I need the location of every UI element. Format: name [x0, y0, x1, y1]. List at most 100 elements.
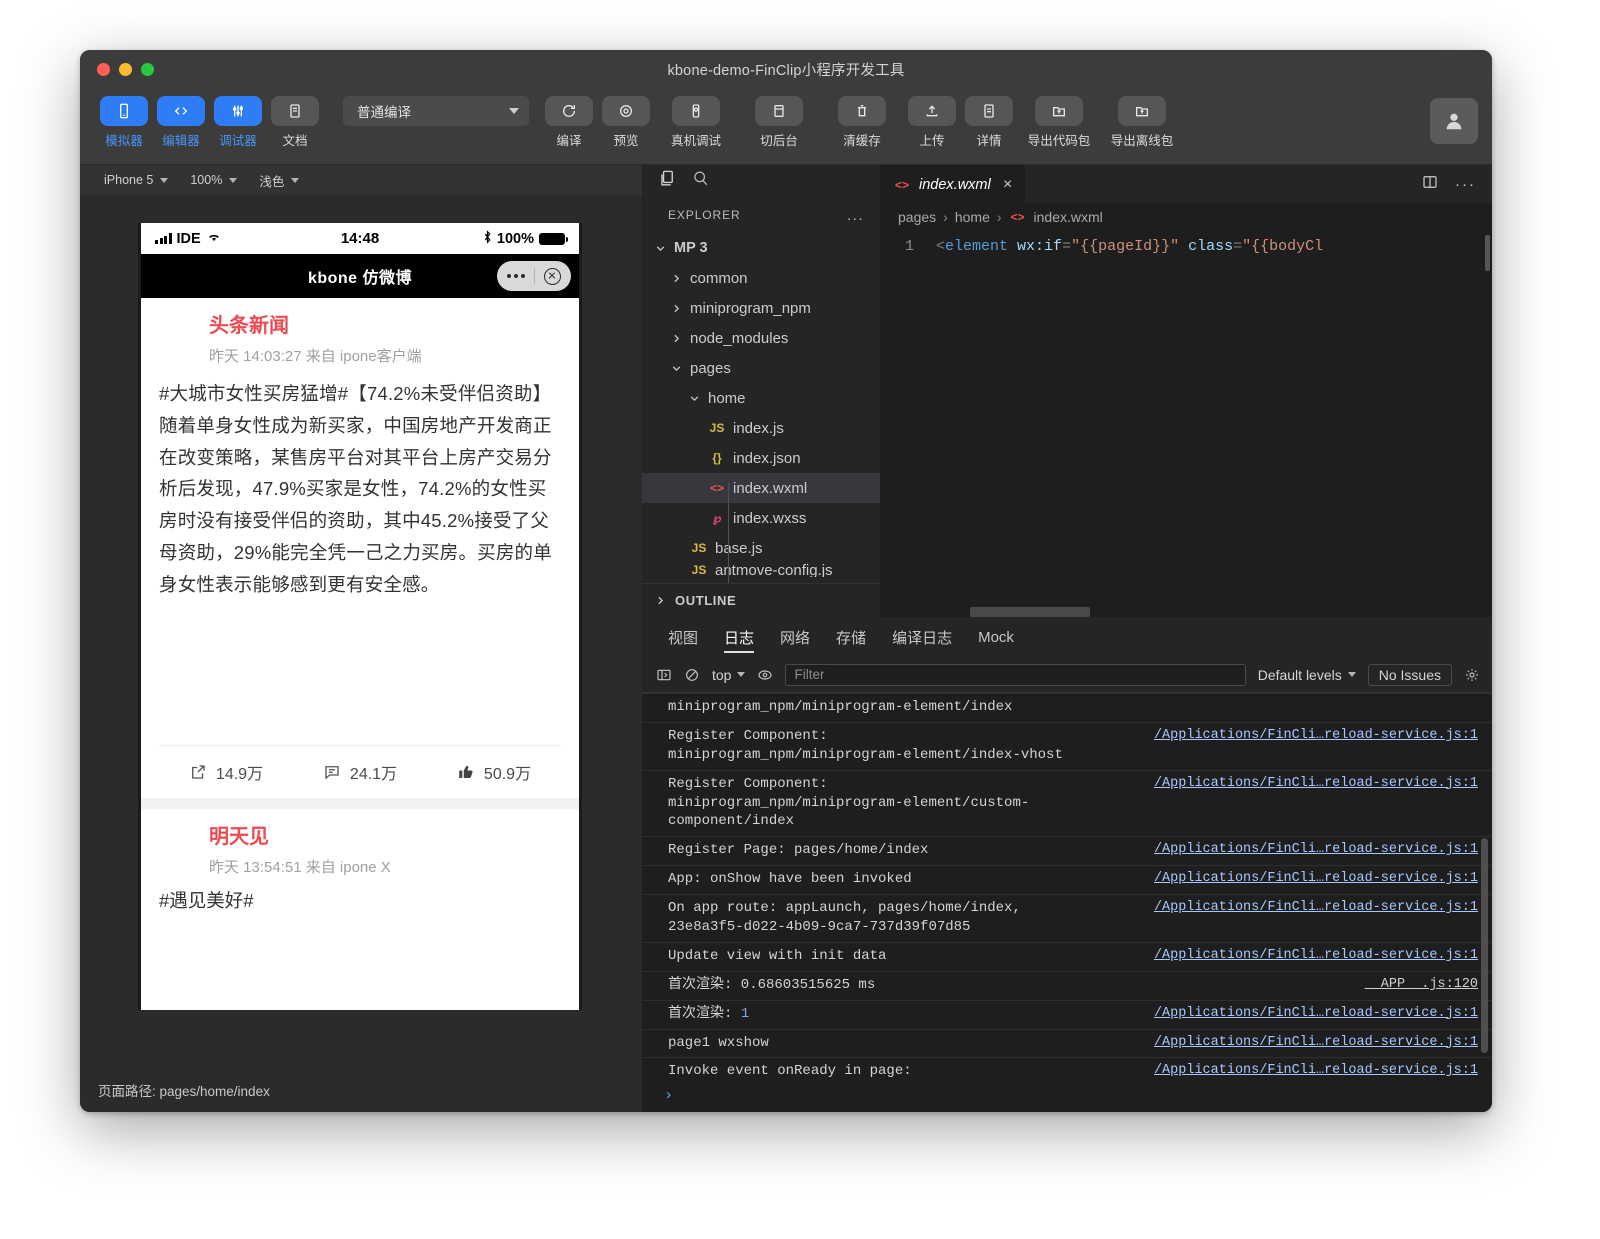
console-log-list[interactable]: miniprogram_npm/miniprogram-element/inde…	[642, 693, 1492, 1078]
tree-item-common[interactable]: common	[642, 263, 880, 293]
post-share-action[interactable]: 14.9万	[159, 760, 293, 784]
post-like-action[interactable]: 50.9万	[427, 760, 561, 784]
tab-network[interactable]: 网络	[780, 617, 810, 657]
tree-item-label: antmove-config.js	[715, 563, 833, 577]
log-source[interactable]: /Applications/FinCli…reload-service.js:1	[1154, 775, 1478, 793]
log-row: App: onShow have been invoked /Applicati…	[642, 866, 1492, 896]
toolbar-details-button[interactable]: 详情	[963, 96, 1015, 149]
tab-index-wxml[interactable]: <> index.wxml ×	[880, 165, 1026, 203]
tree-item-index-wxss[interactable]: ℘ index.wxss	[642, 503, 880, 533]
log-source[interactable]: /Applications/FinCli…reload-service.js:1	[1154, 1034, 1478, 1052]
toolbar-preview-button[interactable]: 预览	[600, 96, 652, 149]
log-source[interactable]: /Applications/FinCli…reload-service.js:1	[1154, 870, 1478, 888]
log-source[interactable]: __APP__.js:120	[1365, 976, 1478, 994]
toolbar-real-device-debug-button[interactable]: 真机调试	[657, 96, 735, 149]
window-titlebar: kbone-demo-FinClip小程序开发工具	[80, 50, 1492, 88]
user-avatar-icon[interactable]	[1430, 98, 1478, 144]
tab-log[interactable]: 日志	[724, 617, 755, 657]
prompt-caret-icon: ›	[664, 1086, 674, 1104]
close-icon[interactable]: ×	[1003, 176, 1012, 194]
issues-badge[interactable]: No Issues	[1367, 663, 1452, 686]
tree-item-index-wxml[interactable]: <> index.wxml	[642, 473, 880, 503]
log-source[interactable]: /Applications/FinCli…reload-service.js:1	[1154, 1005, 1478, 1023]
js-file-icon: JS	[709, 421, 725, 435]
toolbar-simulator-button[interactable]: 模拟器	[98, 96, 150, 149]
toolbar-export-offline-button[interactable]: 导出离线包	[1103, 96, 1181, 149]
log-levels-select[interactable]: Default levels	[1258, 667, 1356, 683]
log-message: Register Component: miniprogram_npm/mini…	[668, 727, 1063, 763]
toolbar-docs-button[interactable]: 文档	[269, 96, 321, 149]
theme-select[interactable]: 浅色	[259, 171, 300, 190]
tree-item-label: MP 3	[674, 240, 708, 256]
tree-item-node-modules[interactable]: node_modules	[642, 323, 880, 353]
log-message-number: 1	[740, 1005, 750, 1022]
console-filter-input[interactable]: Filter	[785, 663, 1246, 686]
log-source[interactable]: /Applications/FinCli…reload-service.js:1	[1154, 841, 1478, 859]
maximize-window-button[interactable]	[141, 62, 154, 76]
search-icon[interactable]	[691, 169, 710, 193]
toolbar-upload-button[interactable]: 上传	[906, 96, 958, 149]
editor-horizontal-scrollbar[interactable]	[970, 607, 1090, 617]
tab-mock[interactable]: Mock	[978, 617, 1014, 657]
wxml-file-icon: <>	[894, 177, 909, 192]
toolbar-compile-button[interactable]: 编译	[543, 96, 595, 149]
breadcrumb-home[interactable]: home	[955, 209, 990, 225]
toolbar-debugger-button[interactable]: 调试器	[212, 96, 264, 149]
window-traffic-lights[interactable]	[80, 62, 154, 76]
editor-tabbar: <> index.wxml × ···	[880, 165, 1492, 203]
console-toolbar: top Filter Default levels No Issues	[642, 657, 1492, 693]
console-scrollbar[interactable]	[1481, 838, 1488, 1053]
tree-item-miniprogram-npm[interactable]: miniprogram_npm	[642, 293, 880, 323]
tab-storage[interactable]: 存储	[836, 617, 866, 657]
device-select[interactable]: iPhone 5	[104, 173, 169, 187]
zoom-select[interactable]: 100%	[190, 173, 238, 187]
explorer-more-icon[interactable]: ...	[847, 208, 864, 223]
toolbar-background-button[interactable]: 切后台	[740, 96, 818, 149]
toolbar-export-code-button[interactable]: 导出代码包	[1020, 96, 1098, 149]
close-window-button[interactable]	[97, 62, 110, 76]
new-file-icon[interactable]	[658, 169, 677, 193]
log-source[interactable]: /Applications/FinCli…reload-service.js:1	[1154, 899, 1478, 917]
close-icon[interactable]	[543, 267, 561, 285]
tree-item-pages[interactable]: pages	[642, 353, 880, 383]
editor-vertical-scrollbar[interactable]	[1485, 235, 1490, 271]
post-header: 头条新闻 昨天 14:03:27 来自 ipone客户端	[159, 312, 561, 366]
outline-section-header[interactable]: OUTLINE	[642, 583, 880, 617]
tree-item-mp3[interactable]: MP 3	[642, 233, 880, 263]
console-prompt[interactable]: ›	[642, 1078, 1492, 1112]
post-comment-action[interactable]: 24.1万	[293, 760, 427, 784]
tree-item-index-js[interactable]: JS index.js	[642, 413, 880, 443]
live-expression-icon[interactable]	[757, 667, 773, 683]
tree-item-antmove-config-js[interactable]: JS antmove-config.js	[642, 563, 880, 577]
chevron-right-icon: ›	[996, 209, 1002, 225]
more-icon[interactable]	[507, 274, 526, 278]
log-source[interactable]: /Applications/FinCli…reload-service.js:1	[1154, 727, 1478, 745]
log-message: miniprogram_npm/miniprogram-element/inde…	[668, 699, 1013, 715]
gear-icon[interactable]	[1464, 667, 1480, 683]
code-token-attr: wx:if	[1017, 238, 1063, 255]
log-source[interactable]: /Applications/FinCli…reload-service.js:1	[1154, 1062, 1478, 1078]
log-message: page1 wxshow	[668, 1034, 769, 1051]
tab-view[interactable]: 视图	[668, 617, 698, 657]
breadcrumb-pages[interactable]: pages	[898, 209, 936, 225]
code-viewport[interactable]: 1 <element wx:if="{{pageId}}" class="{{b…	[880, 231, 1492, 617]
toolbar-editor-button[interactable]: 编辑器	[155, 96, 207, 149]
post-comment-count: 24.1万	[349, 765, 398, 783]
breadcrumb-file[interactable]: index.wxml	[1034, 209, 1103, 225]
clear-console-icon[interactable]	[684, 667, 700, 683]
capsule-button[interactable]	[497, 261, 571, 291]
split-editor-icon[interactable]	[1421, 173, 1439, 196]
toolbar-clear-cache-button[interactable]: 清缓存	[823, 96, 901, 149]
tree-item-home[interactable]: home	[642, 383, 880, 413]
log-message: Invoke event onReady in page: /pages/hom…	[668, 1063, 912, 1078]
log-source[interactable]: /Applications/FinCli…reload-service.js:1	[1154, 947, 1478, 965]
context-select[interactable]: top	[712, 667, 746, 683]
tab-compile-log[interactable]: 编译日志	[892, 617, 952, 657]
tree-item-index-json[interactable]: {} index.json	[642, 443, 880, 473]
compile-mode-select[interactable]: 普通编译	[343, 96, 529, 126]
tree-item-label: index.wxss	[733, 509, 807, 527]
editor-more-icon[interactable]: ···	[1455, 177, 1476, 192]
tree-item-base-js[interactable]: JS base.js	[642, 533, 880, 563]
minimize-window-button[interactable]	[119, 62, 132, 76]
panel-toggle-icon[interactable]	[656, 667, 672, 683]
